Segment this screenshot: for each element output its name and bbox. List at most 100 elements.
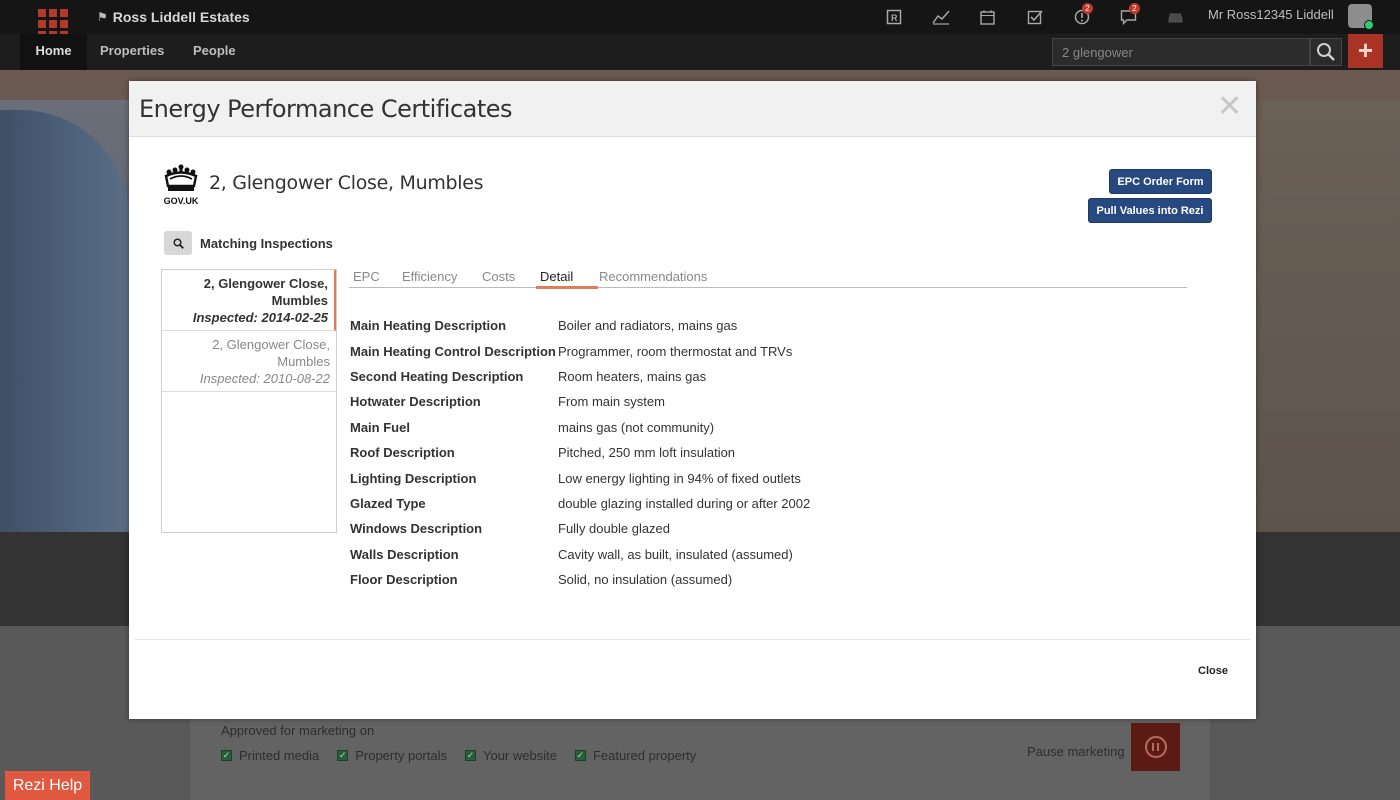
rezi-help-button[interactable]: Rezi Help bbox=[5, 771, 90, 800]
tab-recommendations[interactable]: Recommendations bbox=[599, 269, 707, 288]
check-featured-property[interactable]: ✓ Featured property bbox=[574, 748, 697, 763]
detail-key: Glazed Type bbox=[350, 495, 426, 511]
matching-inspections-label: Matching Inspections bbox=[200, 235, 333, 251]
check-your-website[interactable]: ✓ Your website bbox=[464, 748, 557, 763]
detail-key: Second Heating Description bbox=[350, 368, 524, 384]
epc-modal: Energy Performance Certificates ✕ GOV.UK… bbox=[129, 81, 1256, 719]
detail-key: Roof Description bbox=[350, 445, 455, 461]
close-button[interactable]: Close bbox=[1198, 665, 1228, 677]
vehicle-icon[interactable] bbox=[1152, 7, 1199, 27]
hero-building bbox=[0, 110, 130, 532]
check-label: Featured property bbox=[592, 748, 697, 763]
epc-order-form-button[interactable]: EPC Order Form bbox=[1109, 169, 1212, 194]
detail-row: Glazed Type double glazing installed dur… bbox=[350, 491, 810, 516]
checkbox-icon: ✓ bbox=[337, 750, 349, 761]
detail-value: Fully double glazed bbox=[558, 521, 671, 537]
nav-home[interactable]: Home bbox=[20, 34, 87, 76]
search-icon[interactable] bbox=[164, 231, 192, 255]
detail-value: Pitched, 250 mm loft insulation bbox=[558, 445, 736, 461]
tab-costs[interactable]: Costs bbox=[482, 269, 515, 288]
detail-row: Floor Description Solid, no insulation (… bbox=[350, 567, 810, 592]
detail-key: Windows Description bbox=[350, 521, 483, 537]
search-input[interactable]: 2 glengower bbox=[1052, 38, 1310, 66]
detail-row: Windows Description Fully double glazed bbox=[350, 516, 810, 541]
user-name[interactable]: Mr Ross12345 Liddell bbox=[1208, 7, 1334, 22]
alerts-icon[interactable]: 2 bbox=[1058, 3, 1105, 27]
detail-row: Main Heating Control Description Program… bbox=[350, 338, 810, 363]
search-icon bbox=[1317, 43, 1335, 61]
detail-value: Low energy lighting in 94% of fixed outl… bbox=[558, 470, 801, 486]
inspection-list: 2, Glengower Close, Mumbles Inspected: 2… bbox=[161, 269, 337, 533]
modal-header: Energy Performance Certificates ✕ bbox=[129, 81, 1256, 137]
detail-row: Hotwater Description From main system bbox=[350, 389, 810, 414]
detail-key: Walls Description bbox=[350, 546, 459, 562]
alerts-badge: 2 bbox=[1082, 3, 1093, 14]
approved-label: Approved for marketing on bbox=[221, 723, 375, 738]
detail-key: Lighting Description bbox=[350, 470, 477, 486]
calendar-icon[interactable] bbox=[964, 7, 1011, 27]
detail-value: Boiler and radiators, mains gas bbox=[558, 318, 738, 334]
pause-marketing-button[interactable] bbox=[1131, 723, 1180, 771]
nav-people[interactable]: People bbox=[193, 34, 236, 70]
checkbox-icon: ✓ bbox=[574, 750, 586, 761]
detail-row: Main Heating Description Boiler and radi… bbox=[350, 313, 810, 338]
check-label: Property portals bbox=[355, 748, 447, 763]
tasks-icon[interactable] bbox=[1011, 7, 1058, 27]
detail-value: double glazing installed during or after… bbox=[558, 495, 811, 511]
nav-properties[interactable]: Properties bbox=[100, 34, 164, 70]
search-button[interactable] bbox=[1310, 38, 1342, 66]
detail-row: Roof Description Pitched, 250 mm loft in… bbox=[350, 440, 810, 465]
gov-uk-text: GOV.UK bbox=[163, 196, 199, 206]
active-tab-indicator bbox=[536, 286, 598, 289]
epc-tabs: EPC Efficiency Costs Detail Recommendati… bbox=[349, 269, 1187, 289]
marketing-checks: ✓ Printed media ✓ Property portals ✓ You… bbox=[221, 748, 696, 763]
chart-icon[interactable] bbox=[917, 7, 964, 27]
detail-value: Room heaters, mains gas bbox=[558, 368, 707, 384]
inspection-date: Inspected: 2010-08-22 bbox=[199, 371, 330, 386]
tab-efficiency[interactable]: Efficiency bbox=[402, 269, 457, 288]
detail-key: Main Heating Control Description bbox=[350, 343, 556, 359]
check-printed-media[interactable]: ✓ Printed media bbox=[221, 748, 319, 763]
hero-building-right bbox=[1256, 100, 1400, 532]
messages-badge: 2 bbox=[1129, 3, 1140, 14]
check-label: Your website bbox=[482, 748, 557, 763]
property-address: 2, Glengower Close, Mumbles bbox=[209, 172, 484, 194]
detail-table: Main Heating Description Boiler and radi… bbox=[350, 313, 810, 592]
detail-key: Main Heating Description bbox=[350, 318, 507, 334]
detail-key: Hotwater Description bbox=[350, 394, 481, 410]
pause-icon bbox=[1144, 736, 1167, 758]
messages-icon[interactable]: 2 bbox=[1105, 3, 1152, 27]
inspection-date: Inspected: 2014-02-25 bbox=[192, 310, 328, 325]
add-button[interactable]: + bbox=[1348, 34, 1383, 68]
inspection-address: 2, Glengower Close, bbox=[203, 276, 328, 291]
inspection-item[interactable]: 2, Glengower Close, Mumbles Inspected: 2… bbox=[162, 331, 336, 392]
pause-marketing-label: Pause marketing bbox=[1027, 744, 1125, 759]
matching-inspections-header: Matching Inspections bbox=[164, 231, 333, 255]
inspection-address: Mumbles bbox=[277, 354, 330, 369]
inspection-item[interactable]: 2, Glengower Close, Mumbles Inspected: 2… bbox=[162, 270, 336, 331]
detail-value: Cavity wall, as built, insulated (assume… bbox=[558, 546, 793, 562]
top-icons: R 2 2 bbox=[870, 3, 1199, 27]
detail-key: Main Fuel bbox=[350, 419, 410, 435]
pull-values-button[interactable]: Pull Values into Rezi bbox=[1088, 198, 1212, 223]
modal-footer-divider bbox=[135, 639, 1250, 640]
checkbox-icon: ✓ bbox=[221, 750, 232, 761]
svg-text:R: R bbox=[891, 13, 898, 23]
tab-epc[interactable]: EPC bbox=[353, 269, 380, 288]
modal-title: Energy Performance Certificates bbox=[139, 95, 513, 123]
checkbox-icon: ✓ bbox=[464, 750, 476, 761]
gov-uk-logo: GOV.UK bbox=[161, 164, 201, 208]
check-property-portals[interactable]: ✓ Property portals bbox=[337, 748, 447, 763]
report-icon[interactable]: R bbox=[870, 7, 917, 27]
inspection-address: Mumbles bbox=[271, 293, 328, 308]
check-label: Printed media bbox=[239, 748, 320, 763]
detail-value: From main system bbox=[558, 394, 665, 410]
detail-row: Lighting Description Low energy lighting… bbox=[350, 465, 810, 490]
detail-value: mains gas (not community) bbox=[558, 419, 715, 435]
brand-logo-icon: ⚑ bbox=[97, 10, 108, 24]
close-icon[interactable]: ✕ bbox=[1217, 91, 1242, 123]
brand[interactable]: ⚑ Ross Liddell Estates bbox=[97, 9, 250, 25]
inspection-address: 2, Glengower Close, bbox=[212, 337, 330, 352]
detail-row: Second Heating Description Room heaters,… bbox=[350, 364, 810, 389]
detail-value: Solid, no insulation (assumed) bbox=[558, 572, 733, 588]
